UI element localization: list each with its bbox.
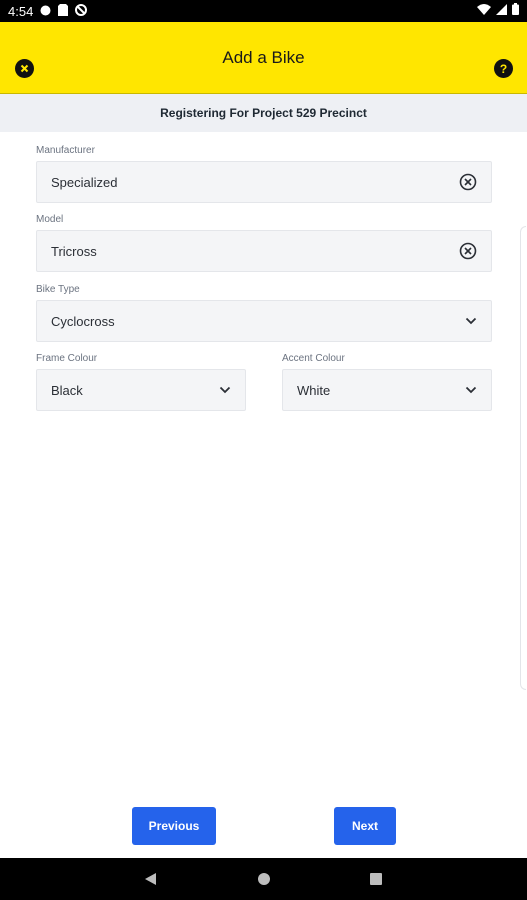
frame-colour-value: Black (51, 382, 83, 398)
chevron-down-icon (465, 317, 477, 325)
page-title: Add a Bike (222, 47, 305, 67)
blocked-icon (75, 3, 88, 19)
frame-colour-select[interactable]: Black (36, 369, 246, 411)
manufacturer-label: Manufacturer (36, 145, 95, 156)
app-header: Add a Bike ? (0, 22, 527, 94)
system-nav-bar (0, 858, 527, 900)
previous-button[interactable]: Previous (132, 807, 216, 845)
accent-colour-label: Accent Colour (282, 353, 345, 364)
status-right (477, 2, 519, 20)
manufacturer-field[interactable]: Specialized (36, 161, 492, 203)
chevron-down-icon (465, 386, 477, 394)
back-icon[interactable] (144, 872, 157, 891)
chevron-down-icon (219, 386, 231, 394)
home-icon[interactable] (258, 873, 270, 885)
clear-manufacturer-icon[interactable] (459, 173, 477, 191)
next-button[interactable]: Next (334, 807, 396, 845)
registration-banner: Registering For Project 529 Precinct (0, 94, 527, 132)
model-field[interactable]: Tricross (36, 230, 492, 272)
status-bar: 4:54 (0, 0, 527, 22)
status-time: 4:54 (8, 3, 34, 19)
clear-model-icon[interactable] (459, 242, 477, 260)
wifi-icon (477, 2, 491, 20)
manufacturer-value: Specialized (51, 174, 118, 190)
bike-type-value: Cyclocross (51, 313, 115, 329)
battery-icon (512, 2, 519, 20)
signal-icon (496, 2, 507, 20)
status-left: 4:54 (8, 3, 88, 19)
frame-colour-label: Frame Colour (36, 353, 98, 364)
accent-colour-select[interactable]: White (282, 369, 492, 411)
side-panel-edge (520, 226, 526, 690)
close-icon[interactable] (15, 59, 34, 78)
bike-type-label: Bike Type (36, 284, 80, 295)
registration-text: Registering For Project 529 Precinct (160, 106, 367, 120)
notification-dot-icon (40, 4, 51, 19)
model-value: Tricross (51, 243, 97, 259)
help-icon[interactable]: ? (494, 59, 513, 78)
recent-apps-icon[interactable] (370, 873, 382, 885)
bike-type-select[interactable]: Cyclocross (36, 300, 492, 342)
help-glyph: ? (499, 61, 508, 76)
sim-card-icon (58, 3, 69, 19)
model-label: Model (36, 214, 64, 225)
accent-colour-value: White (297, 382, 331, 398)
